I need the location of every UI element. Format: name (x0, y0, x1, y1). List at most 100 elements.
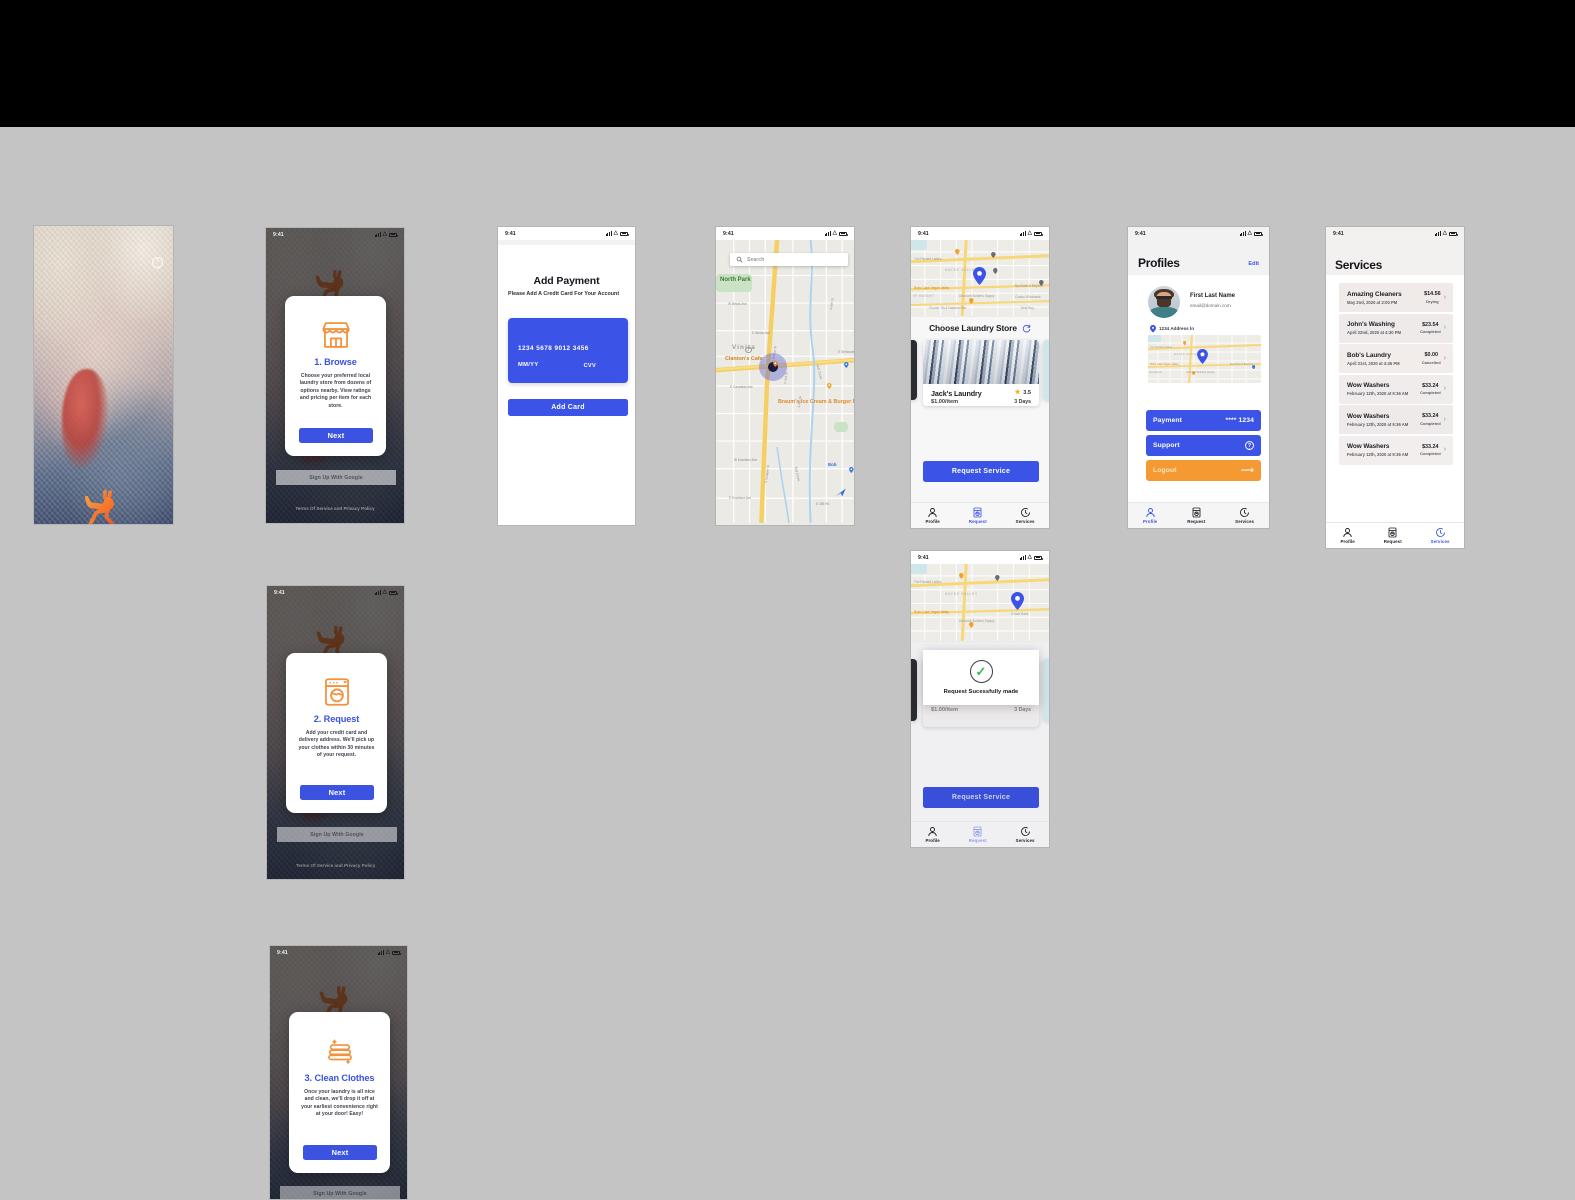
tab-profile[interactable]: Profile (925, 507, 940, 524)
street-label-10: E 289 Rd (816, 502, 830, 506)
profile-map[interactable]: The Painted Ladies HAYES VALLEY Bobo Cak… (1148, 335, 1261, 383)
add-card-button[interactable]: Add Card (508, 399, 628, 416)
service-date: April 21st, 2020 at 4:45 PM (1347, 360, 1400, 366)
screen-login: ? Clean Kangaroo Em (33, 225, 174, 525)
tab-services[interactable]: Services (1016, 507, 1035, 524)
table-row[interactable]: Wow Washers February 12th, 2020 at 9:36 … (1339, 374, 1453, 404)
edit-button[interactable]: Edit (1248, 261, 1259, 267)
map-pin-d[interactable] (969, 298, 974, 304)
map-label-9: Church 7th & Natoma Bus (929, 306, 967, 310)
card-number[interactable]: 1234 5678 9012 3456 (518, 345, 589, 352)
battery-icon (389, 232, 398, 237)
next-button[interactable]: Next (300, 785, 374, 800)
bob-label: Bob (828, 462, 837, 467)
tab-profile[interactable]: Profile (1340, 527, 1355, 544)
tab-request[interactable]: Request (1383, 527, 1402, 545)
payment-button[interactable]: Payment **** 1234 (1146, 410, 1261, 431)
table-row[interactable]: Wow Washers February 12th, 2020 at 9:36 … (1339, 405, 1453, 434)
store-card-next[interactable] (1043, 340, 1049, 400)
current-location-marker (759, 353, 787, 381)
park-label: North Park (720, 277, 751, 283)
amount-status: $33.24 Completed (1420, 383, 1441, 396)
map-pin-a[interactable] (955, 249, 960, 255)
address-row[interactable]: 1234 Address ln (1150, 325, 1194, 333)
check-mark-icon: ✓ (975, 664, 987, 679)
signup-google-button[interactable]: Sign Up With Google (276, 470, 396, 485)
help-icon[interactable]: ? (152, 257, 163, 269)
refresh-icon[interactable] (1022, 324, 1031, 333)
map-label-6: Bed Bath & Beyond (1230, 363, 1253, 366)
store-turnaround: 3 Days (1014, 399, 1031, 405)
washer-icon (1387, 527, 1398, 538)
store-card-previous[interactable] (911, 340, 917, 400)
store-card[interactable]: Jack's Laundry ★ 3.5 $1.00/item 3 Days (923, 340, 1039, 406)
map-pin-b[interactable] (991, 252, 996, 258)
map-pin-b[interactable] (1192, 371, 1196, 376)
map-pin-e[interactable] (1039, 280, 1044, 286)
selected-store-pin[interactable] (973, 267, 986, 285)
city-label: Vinita (732, 344, 756, 351)
street-label-4: W Excelsior Ave (734, 458, 757, 462)
map-pin-c[interactable] (993, 268, 998, 274)
tab-label: Request (1383, 539, 1402, 545)
next-button[interactable]: Next (303, 1145, 377, 1160)
terms-link[interactable]: Terms Of Service and Privacy Policy (266, 506, 404, 511)
request-service-button[interactable]: Request Service (923, 787, 1039, 808)
signup-google-button[interactable]: Sign Up With Google (280, 1186, 400, 1199)
navigation-arrow-icon[interactable] (834, 485, 848, 499)
card-expiry[interactable]: MM/YY (518, 362, 539, 368)
credit-card-preview[interactable]: 1234 5678 9012 3456 MM/YY CVV (508, 318, 628, 383)
screen-profiles: 9:41 △ Profiles Edit First Last Name ema… (1127, 226, 1270, 529)
screen-onboarding-browse: 9:41 △ 1. Browse Choose your preferred l… (265, 227, 405, 524)
map-pin-a[interactable] (1183, 341, 1187, 346)
table-row[interactable]: Bob's Laundry April 21st, 2020 at 4:45 P… (1339, 344, 1453, 373)
table-row[interactable]: John's Washing April 22nd, 2020 at 4:30 … (1339, 313, 1453, 343)
signup-google-button[interactable]: Sign Up With Google (277, 827, 397, 842)
tab-request[interactable]: Request (1187, 507, 1205, 524)
map-pin-store[interactable] (844, 362, 849, 368)
store-map[interactable]: The Painted Ladies HAYES VALLEY Bobo Cak… (911, 564, 1049, 642)
map-label-7: Costco Wholesale (1015, 295, 1041, 299)
address-map[interactable]: North Park Vinita Clanton's Cafe Braum's… (716, 240, 854, 525)
store-card-previous[interactable] (911, 659, 917, 721)
map-label-3: Bobo Cake Vegan Valley (1150, 363, 1179, 366)
chevron-right-icon: › (1443, 385, 1446, 392)
tab-services[interactable]: Services (1235, 507, 1254, 524)
support-button[interactable]: Support ? (1146, 435, 1261, 456)
map-pin-b[interactable] (995, 575, 1000, 581)
status-indicators: △ (374, 231, 398, 237)
logout-button[interactable]: Logout ⟶ (1146, 460, 1261, 481)
tab-request[interactable]: Request (969, 507, 987, 524)
table-row[interactable]: Amazing Cleaners May 2nd, 2020 at 2:00 P… (1339, 283, 1453, 312)
table-row[interactable]: Wow Washers February 12th, 2020 at 9:36 … (1339, 435, 1453, 465)
tab-services[interactable]: Services (1431, 527, 1450, 544)
terms-link[interactable]: Terms Of Service and Privacy Policy (267, 863, 404, 868)
avatar[interactable] (1148, 286, 1180, 318)
map-label-2: HAYES VALLEY (1174, 353, 1199, 356)
service-store: Wow Washers (1347, 412, 1390, 420)
next-button[interactable]: Next (299, 428, 373, 443)
map-pin-c[interactable] (969, 622, 974, 628)
search-input[interactable]: Search (730, 253, 848, 266)
tab-request[interactable]: Request (968, 826, 987, 844)
tab-label: Profile (1142, 519, 1158, 525)
wifi-icon: △ (1027, 230, 1032, 236)
tab-services[interactable]: Services (1016, 826, 1035, 843)
store-turnaround: 3 Days (1014, 707, 1031, 713)
map-pin-restaurant[interactable] (827, 383, 832, 389)
map-pin-laundry[interactable] (773, 361, 778, 367)
selected-store-pin[interactable] (1011, 592, 1024, 610)
row-primary: Bob's Laundry April 21st, 2020 at 4:45 P… (1347, 352, 1400, 366)
map-pin-a[interactable] (959, 573, 964, 579)
map-pin-bob[interactable] (849, 467, 854, 473)
status-time: 9:41 (723, 230, 734, 237)
store-card-next[interactable] (1043, 659, 1049, 721)
tab-profile[interactable]: Profile (925, 826, 940, 843)
request-service-button[interactable]: Request Service (923, 461, 1039, 482)
card-cvv[interactable]: CVV (584, 363, 596, 369)
store-map[interactable]: The Painted Ladies HAYES VALLEY Bobo Cak… (911, 240, 1049, 317)
map-pin-c[interactable] (1252, 365, 1256, 370)
tab-label: Request (968, 838, 987, 844)
profile-location-pin[interactable] (1197, 349, 1208, 364)
tab-profile[interactable]: Profile (1142, 507, 1158, 525)
